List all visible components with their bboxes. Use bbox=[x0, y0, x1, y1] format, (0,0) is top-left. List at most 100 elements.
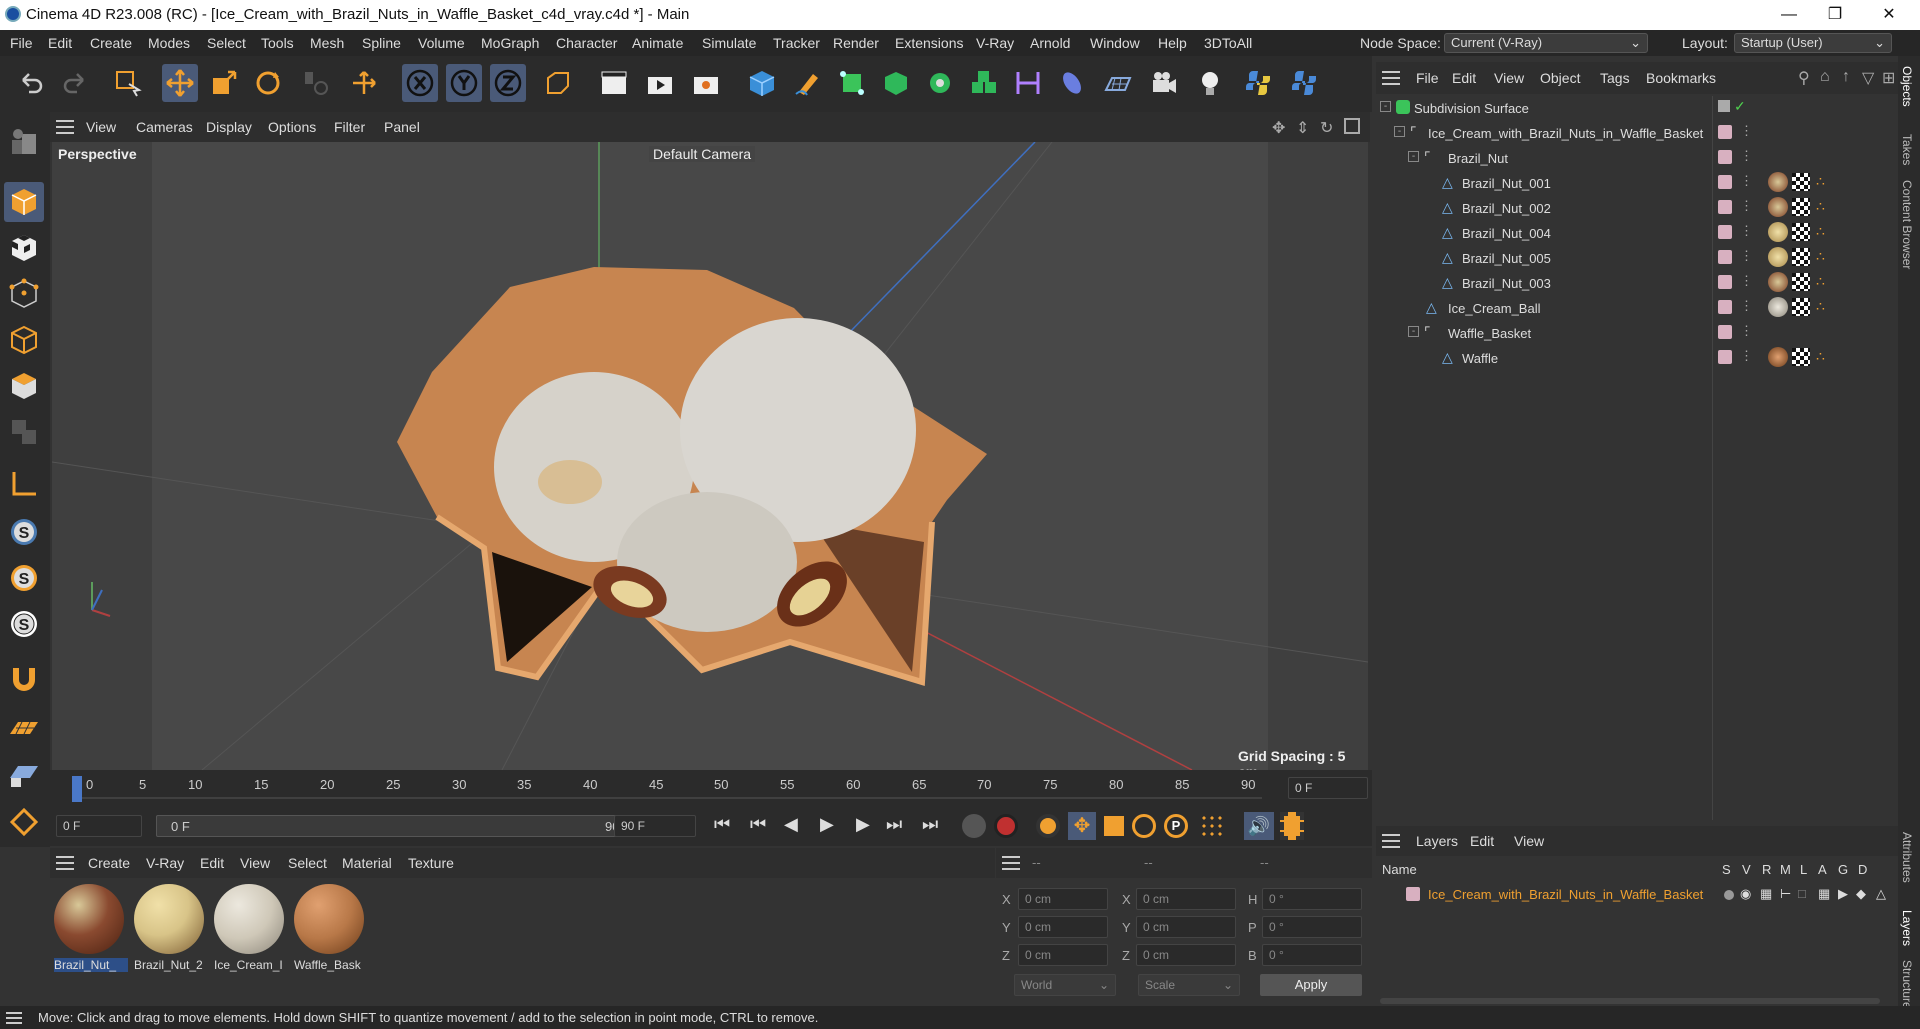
menu-mesh[interactable]: Mesh bbox=[310, 35, 344, 51]
pen-button[interactable] bbox=[790, 64, 826, 102]
animation-mode-button[interactable] bbox=[4, 802, 44, 842]
live-selection-button[interactable] bbox=[110, 64, 146, 102]
om-menu-file[interactable]: File bbox=[1416, 70, 1439, 86]
tab-objects[interactable]: Objects bbox=[1900, 66, 1914, 107]
layer-color-swatch[interactable] bbox=[1718, 350, 1732, 364]
visibility-dots-icon[interactable]: ⋮ bbox=[1740, 273, 1753, 289]
restore-button[interactable]: ❐ bbox=[1812, 0, 1858, 30]
layer-menu-edit[interactable]: Edit bbox=[1470, 833, 1494, 849]
snap-button[interactable]: S bbox=[4, 512, 44, 552]
material-tag-icon[interactable] bbox=[1768, 272, 1788, 292]
up-arrow-icon[interactable]: ↑ bbox=[1842, 68, 1850, 86]
polygons-mode-button[interactable] bbox=[4, 366, 44, 406]
light-button[interactable] bbox=[1192, 64, 1228, 102]
key-parameter-icon[interactable]: P bbox=[1164, 814, 1188, 838]
menu-extensions[interactable]: Extensions bbox=[895, 35, 963, 51]
viewport-menu-filter[interactable]: Filter bbox=[334, 119, 365, 135]
object-row-waffle-basket[interactable]: - ⌜ Waffle_Basket ⋮ bbox=[1376, 321, 1898, 346]
hamburger-icon[interactable] bbox=[1382, 834, 1400, 848]
lock-y-button[interactable] bbox=[446, 64, 482, 102]
close-button[interactable]: ✕ bbox=[1866, 0, 1912, 30]
menu-create[interactable]: Create bbox=[90, 35, 132, 51]
rotate-view-icon[interactable]: ↻ bbox=[1320, 118, 1333, 138]
menu-animate[interactable]: Animate bbox=[632, 35, 683, 51]
coordinate-space-dropdown[interactable]: World ⌄ bbox=[1014, 974, 1116, 996]
end-frame-field[interactable]: 90 F bbox=[614, 815, 696, 837]
uvw-tag-icon[interactable] bbox=[1792, 273, 1810, 291]
film-icon[interactable] bbox=[1280, 812, 1304, 840]
vray-tag-icon[interactable]: ∴ bbox=[1816, 223, 1825, 240]
mat-menu-material[interactable]: Material bbox=[342, 855, 392, 871]
object-row-brazil-nut-002[interactable]: △ Brazil_Nut_002 ⋮ ∴ bbox=[1376, 196, 1898, 221]
move-tool-button[interactable] bbox=[162, 64, 198, 102]
collapse-toggle[interactable]: - bbox=[1408, 151, 1419, 162]
layer-color-swatch[interactable] bbox=[1718, 300, 1732, 314]
uvw-tag-icon[interactable] bbox=[1792, 198, 1810, 216]
redo-button[interactable] bbox=[58, 64, 94, 102]
viewport-menu-display[interactable]: Display bbox=[206, 119, 252, 135]
magnet-button[interactable] bbox=[4, 658, 44, 698]
lock-z-button[interactable] bbox=[490, 64, 526, 102]
object-row-waffle[interactable]: △ Waffle ⋮ ∴ bbox=[1376, 346, 1898, 371]
layer-color-swatch[interactable] bbox=[1718, 150, 1732, 164]
om-menu-tags[interactable]: Tags bbox=[1600, 70, 1630, 86]
size-mode-dropdown[interactable]: Scale ⌄ bbox=[1138, 974, 1240, 996]
menu-tools[interactable]: Tools bbox=[261, 35, 294, 51]
menu-select[interactable]: Select bbox=[207, 35, 246, 51]
tab-takes[interactable]: Takes bbox=[1900, 134, 1914, 165]
layer-color-swatch[interactable] bbox=[1718, 175, 1732, 189]
minimize-button[interactable]: — bbox=[1766, 0, 1812, 30]
render-region-button[interactable] bbox=[596, 64, 632, 102]
make-editable-button[interactable] bbox=[4, 122, 44, 162]
playhead[interactable] bbox=[72, 776, 82, 802]
key-position-icon[interactable]: ✥ bbox=[1068, 812, 1096, 840]
menu-character[interactable]: Character bbox=[556, 35, 617, 51]
material-swatch[interactable]: Ice_Cream_I bbox=[214, 884, 288, 978]
object-row-ice-cream-ball[interactable]: △ Ice_Cream_Ball ⋮ ∴ bbox=[1376, 296, 1898, 321]
perspective-viewport[interactable]: Perspective Default Camera Grid Spacing … bbox=[52, 142, 1368, 770]
vray-tag-icon[interactable]: ∴ bbox=[1816, 248, 1825, 265]
uvw-tag-icon[interactable] bbox=[1792, 173, 1810, 191]
material-tag-icon[interactable] bbox=[1768, 197, 1788, 217]
scale-tool-button[interactable] bbox=[206, 64, 242, 102]
home-icon[interactable]: ⌂ bbox=[1820, 68, 1830, 86]
hamburger-icon[interactable] bbox=[6, 1012, 22, 1024]
key-pla-icon[interactable] bbox=[1200, 814, 1224, 838]
undo-button[interactable] bbox=[12, 64, 48, 102]
pos-x-field[interactable]: 0 cm bbox=[1018, 888, 1108, 910]
material-tag-icon[interactable] bbox=[1768, 347, 1788, 367]
viewport-menu-options[interactable]: Options bbox=[268, 119, 316, 135]
model-mode-button[interactable] bbox=[4, 182, 44, 222]
render-view-button[interactable] bbox=[642, 64, 678, 102]
rotate-tool-button[interactable] bbox=[250, 64, 286, 102]
key-scale-icon[interactable] bbox=[1104, 816, 1124, 836]
locked-workplane-button[interactable] bbox=[4, 754, 44, 794]
lock-icon[interactable]: □ bbox=[1798, 886, 1806, 901]
layer-menu-view[interactable]: View bbox=[1514, 833, 1544, 849]
subdivision-button[interactable] bbox=[834, 64, 870, 102]
pan-view-icon[interactable]: ✥ bbox=[1272, 118, 1285, 138]
cube-button[interactable] bbox=[744, 64, 780, 102]
play-icon[interactable]: ▶ bbox=[1838, 886, 1848, 902]
size-z-field[interactable]: 0 cm bbox=[1136, 944, 1236, 966]
visibility-dots-icon[interactable]: ⋮ bbox=[1740, 323, 1753, 339]
mat-menu-edit[interactable]: Edit bbox=[200, 855, 224, 871]
field-button[interactable] bbox=[1010, 64, 1046, 102]
vray-tag-icon[interactable]: ∴ bbox=[1816, 173, 1825, 190]
record-icon[interactable] bbox=[962, 814, 986, 838]
visibility-dots-icon[interactable]: ⋮ bbox=[1740, 298, 1753, 314]
search-icon[interactable]: ⚲ bbox=[1798, 68, 1810, 88]
animation-film-icon[interactable]: ▦ bbox=[1818, 886, 1830, 902]
uvw-tag-icon[interactable] bbox=[1792, 223, 1810, 241]
object-row-subdivision-surface[interactable]: - Subdivision Surface ✓ bbox=[1376, 96, 1898, 121]
collapse-toggle[interactable]: - bbox=[1394, 126, 1405, 137]
coordinate-system-button[interactable] bbox=[540, 64, 576, 102]
menu-tracker[interactable]: Tracker bbox=[773, 35, 820, 51]
om-menu-bookmarks[interactable]: Bookmarks bbox=[1646, 70, 1716, 86]
layer-color-swatch[interactable] bbox=[1718, 275, 1732, 289]
visibility-dots-icon[interactable]: ⋮ bbox=[1740, 248, 1753, 264]
menu-vray[interactable]: V-Ray bbox=[976, 35, 1014, 51]
col-render[interactable]: R bbox=[1762, 862, 1771, 877]
material-swatch[interactable]: Waffle_Bask bbox=[294, 884, 368, 978]
object-row-brazil-nut-001[interactable]: △ Brazil_Nut_001 ⋮ ∴ bbox=[1376, 171, 1898, 196]
